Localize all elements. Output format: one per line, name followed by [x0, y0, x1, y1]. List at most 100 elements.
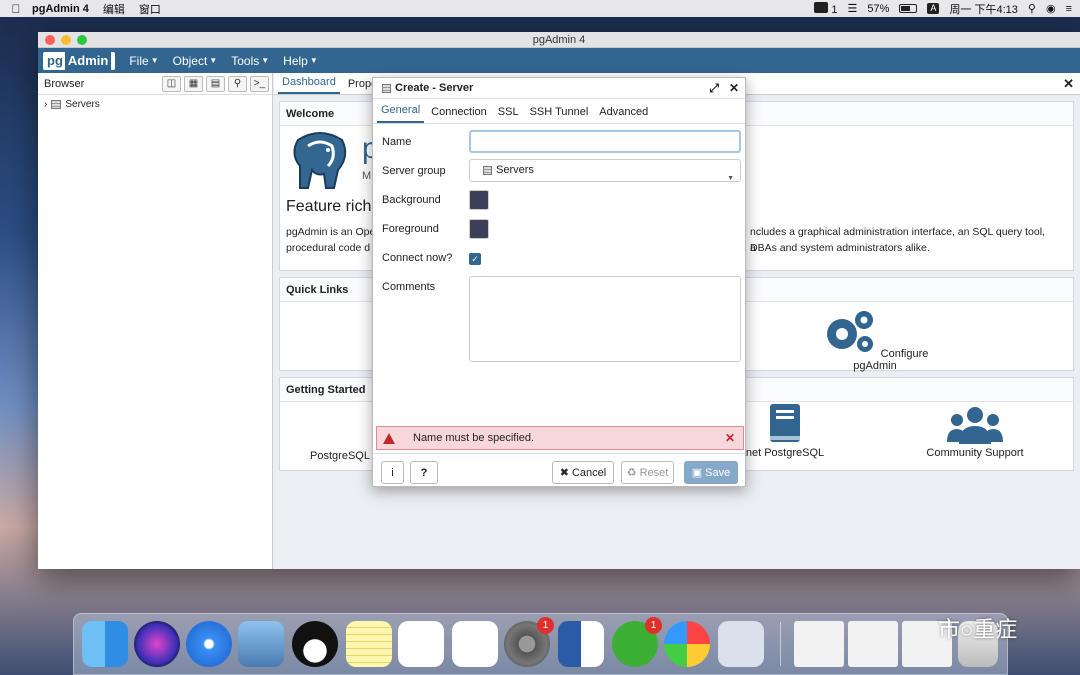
save-button[interactable]: ▣ Save — [684, 461, 738, 484]
apple-icon[interactable]:  — [0, 2, 32, 16]
minimized-window-icon[interactable] — [848, 621, 898, 667]
tab-dashboard[interactable]: Dashboard — [278, 73, 340, 94]
notification-center-icon[interactable]: ≡ — [1066, 3, 1072, 15]
reminders-icon[interactable] — [398, 621, 444, 667]
comments-textarea[interactable] — [469, 276, 741, 362]
word-icon[interactable] — [558, 621, 604, 667]
minimize-window-button[interactable] — [61, 35, 71, 45]
close-icon[interactable]: ✕ — [1063, 76, 1074, 92]
close-icon[interactable]: ✕ — [729, 81, 739, 96]
server-group-value: Servers — [496, 164, 534, 176]
table-grid-icon[interactable]: ▦ — [184, 75, 203, 92]
close-icon[interactable]: ✕ — [725, 431, 735, 445]
dock-separator — [780, 622, 781, 666]
community-support-link[interactable]: Community Support — [920, 406, 1030, 459]
zoom-window-button[interactable] — [77, 35, 87, 45]
preview-icon[interactable] — [238, 621, 284, 667]
pgadmin-icon[interactable] — [718, 621, 764, 667]
watermark-text: 市○重症 — [938, 617, 1018, 642]
wifi-icon[interactable]: ☰ — [848, 2, 858, 15]
chevron-down-icon: ▼ — [727, 175, 734, 182]
dialog-tabs: General Connection SSL SSH Tunnel Advanc… — [373, 99, 745, 124]
minimized-window-icon[interactable] — [794, 621, 844, 667]
browser-title: Browser — [44, 77, 85, 90]
qq-icon[interactable] — [292, 621, 338, 667]
filter-table-icon[interactable]: ▤ — [206, 75, 225, 92]
welcome-subtitle: M — [362, 170, 372, 182]
tab-connection[interactable]: Connection — [427, 106, 491, 123]
menu-file-label: File — [129, 53, 149, 68]
close-window-button[interactable] — [45, 35, 55, 45]
name-input[interactable] — [469, 130, 741, 153]
logo-pg: pg — [47, 52, 63, 68]
terminal-icon[interactable]: >_ — [250, 75, 269, 92]
planet-postgresql-link[interactable]: net PostgreSQL — [740, 402, 830, 459]
tab-ssl[interactable]: SSL — [494, 106, 523, 123]
cancel-button[interactable]: ✖ Cancel — [552, 461, 614, 484]
pgadmin-navbar: pg Admin File ▼ Object ▼ Tools ▼ Help ▼ — [38, 48, 1080, 73]
browser-toolbar: ◫ ▦ ▤ ⚲ >_ — [162, 75, 272, 92]
menu-file[interactable]: File ▼ — [129, 54, 158, 68]
connect-now-checkbox[interactable]: ✓ — [469, 253, 481, 265]
background-color-picker[interactable] — [469, 190, 489, 210]
database-icon[interactable]: ◫ — [162, 75, 181, 92]
wechat-count: 1 — [831, 3, 838, 16]
connect-now-label: Connect now? — [382, 252, 453, 264]
postgresql-docs-label: PostgreSQL — [310, 450, 370, 462]
tab-ssh-tunnel[interactable]: SSH Tunnel — [526, 106, 593, 123]
comments-label: Comments — [382, 281, 436, 293]
chevron-right-icon[interactable]: › — [44, 99, 47, 110]
reset-button[interactable]: ♻ Reset — [621, 461, 674, 484]
book-icon — [770, 404, 800, 442]
postgresql-elephant-icon — [293, 132, 347, 189]
system-preferences-icon[interactable]: 1 — [504, 617, 554, 667]
wechat-icon[interactable]: 1 — [814, 1, 838, 16]
help-button[interactable]: ? — [410, 461, 438, 484]
tab-general[interactable]: General — [377, 104, 425, 123]
menu-object[interactable]: Object ▼ — [173, 54, 218, 68]
menu-bar-status: 1 ☰ 57% A 周一 下午4:13 ⚲ ◉ ≡ — [814, 0, 1072, 17]
tab-advanced[interactable]: Advanced — [595, 106, 652, 123]
chevron-down-icon: ▼ — [309, 56, 318, 65]
menu-app-name[interactable]: pgAdmin 4 — [32, 3, 89, 15]
maximize-icon[interactable]: ⤢ — [709, 81, 719, 96]
server-group-select[interactable]: Servers ▼ — [469, 159, 741, 182]
window-title: pgAdmin 4 — [532, 34, 586, 46]
notes-icon[interactable] — [346, 621, 392, 667]
siri-icon[interactable]: ◉ — [1046, 2, 1056, 15]
menu-edit[interactable]: 编辑 — [103, 1, 125, 17]
planet-postgresql-label: net PostgreSQL — [745, 447, 825, 459]
menu-tools-label: Tools — [231, 53, 260, 68]
menu-tools[interactable]: Tools ▼ — [231, 54, 269, 68]
feature-heading: Feature rich — [286, 198, 372, 215]
postgresql-docs-link[interactable]: PostgreSQL — [300, 450, 380, 462]
safari-icon[interactable] — [186, 621, 232, 667]
browser-panel: Browser ◫ ▦ ▤ ⚲ >_ › Servers — [38, 73, 273, 569]
clock[interactable]: 周一 下午4:13 — [949, 1, 1017, 17]
foreground-label: Foreground — [382, 223, 439, 235]
notification-badge: 1 — [537, 617, 554, 634]
error-message-bar: Name must be specified. ✕ — [376, 426, 744, 450]
menu-window[interactable]: 窗口 — [139, 1, 161, 17]
siri-icon[interactable] — [134, 621, 180, 667]
foreground-color-picker[interactable] — [469, 219, 489, 239]
users-group-icon — [947, 407, 1003, 444]
info-button[interactable]: i — [381, 461, 404, 484]
name-label: Name — [382, 136, 412, 148]
configure-pgadmin-link[interactable]: Configure pgAdmin — [820, 308, 930, 372]
pgadmin-logo: pg Admin — [43, 51, 116, 70]
tree-item-servers[interactable]: › Servers — [38, 95, 272, 110]
wechat-icon[interactable]: 1 — [612, 617, 662, 667]
community-support-label: Community Support — [926, 447, 1024, 459]
battery-icon[interactable] — [899, 4, 918, 13]
chevron-down-icon: ▼ — [150, 56, 159, 65]
search-icon[interactable]: ⚲ — [228, 75, 247, 92]
color-picker-icon[interactable] — [664, 621, 710, 667]
notification-badge: 1 — [645, 617, 662, 634]
menu-help[interactable]: Help ▼ — [283, 54, 318, 68]
spotlight-icon[interactable]: ⚲ — [1028, 2, 1036, 15]
finder-icon[interactable] — [82, 621, 128, 667]
dialog-footer: i ? ✖ Cancel ♻ Reset ▣ Save — [373, 453, 745, 487]
input-method-icon[interactable]: A — [927, 3, 940, 14]
numbers-icon[interactable] — [452, 621, 498, 667]
